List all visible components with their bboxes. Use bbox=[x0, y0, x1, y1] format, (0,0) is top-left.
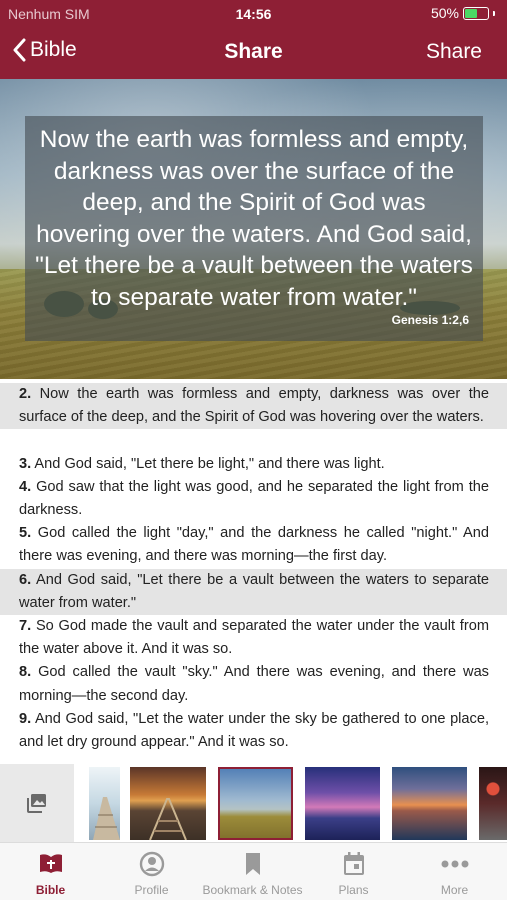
share-button[interactable]: Share bbox=[426, 40, 482, 64]
tab-more[interactable]: More bbox=[404, 843, 505, 900]
thumbnail-purple-sunset[interactable] bbox=[305, 767, 380, 840]
tab-plans[interactable]: Plans bbox=[303, 843, 404, 900]
verse-text: God saw that the light was good, and he … bbox=[19, 478, 489, 518]
verse-text: Now the earth was formless and empty, da… bbox=[19, 386, 489, 426]
tab-bookmark-notes[interactable]: Bookmark & Notes bbox=[202, 843, 303, 900]
back-button[interactable]: Bible bbox=[12, 38, 77, 62]
quote-reference: Genesis 1:2,6 bbox=[391, 313, 469, 327]
calendar-icon bbox=[343, 852, 364, 875]
photo-gallery-button[interactable] bbox=[0, 764, 74, 842]
verse-number: 4. bbox=[19, 478, 32, 495]
verse-item[interactable]: 4. God saw that the light was good, and … bbox=[0, 476, 507, 522]
battery-icon bbox=[463, 6, 489, 20]
verse-number: 7. bbox=[19, 618, 32, 634]
tab-bible[interactable]: Bible bbox=[0, 843, 101, 900]
image-gallery-icon bbox=[27, 794, 46, 813]
more-icon bbox=[441, 860, 468, 868]
verse-text: So God made the vault and separated the … bbox=[19, 618, 489, 658]
thumbnail-lake-sunset[interactable] bbox=[392, 767, 467, 840]
verse-item[interactable]: 7. So God made the vault and separated t… bbox=[0, 615, 507, 661]
thumbnail-railroad[interactable] bbox=[130, 767, 206, 840]
verse-item[interactable]: 5. God called the light "day," and the d… bbox=[0, 522, 507, 568]
verse-text: God called the vault "sky." And there wa… bbox=[19, 664, 489, 704]
railroad-sunset-image bbox=[149, 798, 187, 840]
background-image-picker bbox=[0, 764, 507, 842]
verse-text: And God said, "Let the water under the s… bbox=[19, 710, 490, 750]
verse-number: 8. bbox=[19, 664, 32, 681]
verse-item[interactable]: 3. And God said, "Let there be light," a… bbox=[0, 453, 507, 476]
verse-number: 2. bbox=[19, 386, 32, 402]
verse-text: And God said, "Let there be light," and … bbox=[34, 455, 385, 472]
quote-overlay: Now the earth was formless and empty, da… bbox=[25, 116, 483, 341]
verse-item[interactable]: 2. Now the earth was formless and empty,… bbox=[0, 383, 507, 430]
verse-list: 2. Now the earth was formless and empty,… bbox=[0, 383, 507, 760]
verse-item[interactable]: 9. And God said, "Let the water under th… bbox=[0, 708, 507, 754]
tab-label: Bookmark & Notes bbox=[202, 883, 303, 897]
profile-icon bbox=[139, 851, 164, 877]
thumbnail-pier[interactable] bbox=[89, 767, 120, 840]
thumbnail-field[interactable] bbox=[218, 767, 293, 840]
thumbnail-red-lights[interactable] bbox=[479, 767, 507, 840]
verse-text: And God said, "Let there be a vault betw… bbox=[19, 571, 489, 611]
battery-percent: 50% bbox=[430, 5, 459, 21]
header: Nenhum SIM 14:56 50% Bible Share Share bbox=[0, 0, 507, 79]
tab-label: More bbox=[440, 883, 469, 897]
bookmark-icon bbox=[245, 853, 260, 875]
tab-label: Bible bbox=[35, 883, 66, 897]
chevron-left-icon bbox=[13, 38, 26, 62]
back-button-label: Bible bbox=[30, 38, 77, 61]
navigation-bar: Bible Share Share bbox=[0, 28, 507, 79]
verse-number: 5. bbox=[19, 525, 32, 542]
verse-number: 6. bbox=[19, 571, 32, 588]
tab-label: Plans bbox=[338, 883, 369, 897]
tab-bar: Bible Profile Bookmark & Notes Plans Mor… bbox=[0, 842, 507, 900]
verse-item[interactable]: 8. God called the vault "sky." And there… bbox=[0, 661, 507, 707]
battery-indicator: 50% bbox=[431, 5, 495, 21]
battery-tip bbox=[493, 10, 495, 16]
verse-number: 3. bbox=[19, 455, 32, 472]
verse-item[interactable]: 6. And God said, "Let there be a vault b… bbox=[0, 568, 507, 615]
bible-icon bbox=[39, 854, 62, 873]
status-bar: Nenhum SIM 14:56 50% bbox=[0, 0, 507, 28]
share-image-preview: Now the earth was formless and empty, da… bbox=[0, 79, 507, 379]
tab-label: Profile bbox=[134, 883, 169, 897]
verse-text: God called the light "day," and the dark… bbox=[19, 525, 489, 565]
pier-image bbox=[93, 797, 120, 840]
tab-profile[interactable]: Profile bbox=[101, 843, 202, 900]
verse-number: 9. bbox=[19, 710, 32, 727]
quote-text: Now the earth was formless and empty, da… bbox=[35, 126, 473, 311]
